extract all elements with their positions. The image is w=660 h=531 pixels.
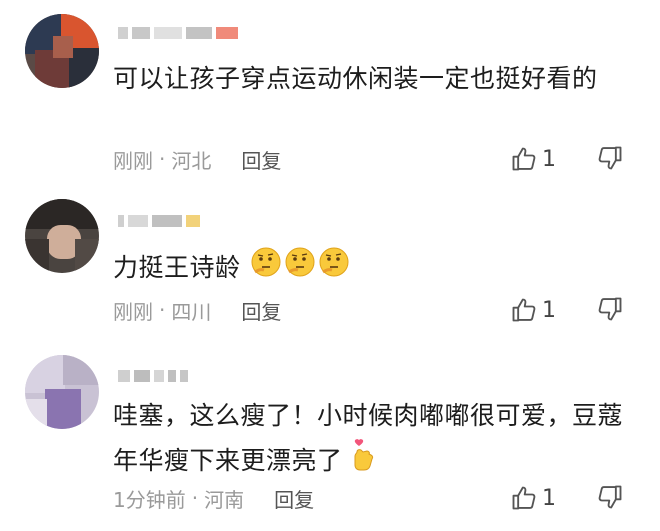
comment-item: 可以让孩子穿点运动休闲装一定也挺好看的 刚刚 · 河北 回复 1 [0, 0, 660, 180]
like-button[interactable]: 1 [510, 483, 556, 513]
comment-location: 河南 [204, 487, 245, 512]
comment-text-content: 力挺王诗龄 [113, 253, 241, 282]
thumbs-down-icon [598, 297, 622, 321]
thinking-face-icon [283, 246, 317, 292]
comment-time: 1分钟前 [113, 487, 186, 512]
thinking-face-icon [317, 246, 351, 292]
comment-meta: 刚刚 · 四川 回复 [113, 295, 281, 325]
separator: · [191, 486, 199, 510]
comment-meta: 1分钟前 · 河南 回复 [113, 483, 314, 513]
avatar[interactable] [25, 199, 99, 273]
avatar[interactable] [25, 355, 99, 429]
like-count: 1 [542, 297, 556, 323]
username[interactable] [118, 365, 188, 387]
reply-button[interactable]: 回复 [241, 145, 281, 174]
thumbs-up-icon [512, 147, 536, 171]
dislike-button[interactable] [596, 144, 624, 174]
like-button[interactable]: 1 [510, 295, 556, 325]
thumbs-up-icon [512, 298, 536, 322]
avatar[interactable] [25, 14, 99, 88]
thumbs-up-icon [512, 486, 536, 510]
separator: · [159, 298, 166, 322]
comment-item: 力挺王诗龄 刚刚 · 四川 回复 1 [0, 180, 660, 340]
finger-heart-icon [351, 438, 377, 486]
comment-location: 四川 [171, 299, 212, 324]
comment-item: 哇塞，这么瘦了！小时候肉嘟嘟很可爱，豆蔻年华瘦下来更漂亮了 1分钟前 · 河南 … [0, 340, 660, 531]
reply-button[interactable]: 回复 [274, 484, 314, 513]
comment-time: 刚刚 [113, 148, 153, 173]
like-count: 1 [542, 485, 556, 511]
username[interactable] [118, 22, 238, 44]
comment-text: 哇塞，这么瘦了！小时候肉嘟嘟很可爱，豆蔻年华瘦下来更漂亮了 [113, 394, 633, 486]
comment-text: 力挺王诗龄 [113, 246, 633, 292]
comment-time: 刚刚 [113, 299, 153, 324]
like-count: 1 [542, 146, 556, 172]
comment-location: 河北 [171, 148, 212, 173]
dislike-button[interactable] [596, 295, 624, 325]
thinking-face-icon [249, 246, 283, 292]
reply-button[interactable]: 回复 [241, 296, 281, 325]
comment-text: 可以让孩子穿点运动休闲装一定也挺好看的 [113, 64, 598, 93]
dislike-button[interactable] [596, 483, 624, 513]
like-button[interactable]: 1 [510, 144, 556, 174]
separator: · [159, 147, 166, 171]
thumbs-down-icon [598, 146, 622, 170]
thumbs-down-icon [598, 485, 622, 509]
comment-meta: 刚刚 · 河北 回复 [113, 144, 281, 174]
username[interactable] [118, 210, 200, 232]
